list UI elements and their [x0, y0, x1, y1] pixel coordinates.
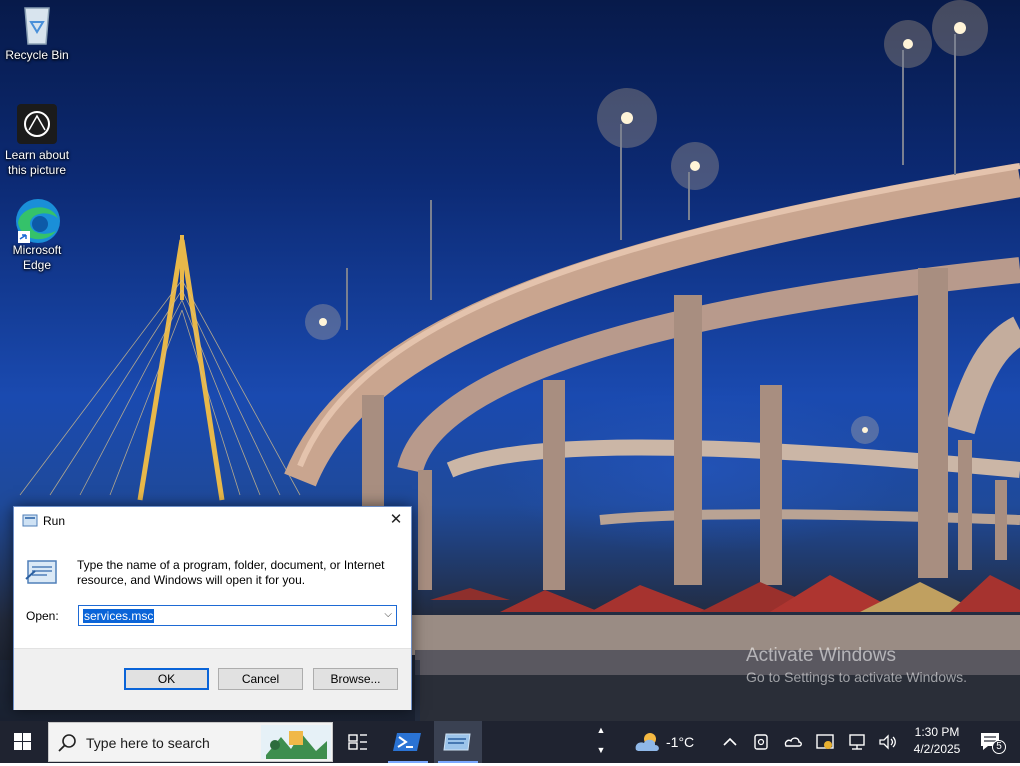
run-dialog-footer: OK Cancel Browse...	[14, 648, 411, 710]
cancel-button[interactable]: Cancel	[218, 668, 303, 690]
ok-button[interactable]: OK	[124, 668, 209, 690]
taskbar-app-powershell[interactable]	[384, 721, 432, 763]
open-input[interactable]: services.msc	[83, 609, 155, 623]
run-program-icon	[25, 560, 57, 584]
run-app-icon	[443, 733, 471, 751]
cloud-icon	[784, 737, 802, 747]
chevron-down-icon[interactable]: ▼	[594, 745, 608, 755]
notification-icon	[981, 733, 1006, 754]
activation-watermark-title: Activate Windows	[746, 645, 896, 666]
task-view-icon	[348, 734, 367, 750]
taskbar-search-box[interactable]: Type here to search	[48, 722, 333, 762]
edge-icon	[15, 197, 60, 243]
weather-widget[interactable]: -1°C	[632, 730, 702, 754]
taskbar-overflow-scroll[interactable]: ▲ ▼	[594, 721, 608, 763]
meet-icon	[754, 734, 768, 750]
close-button[interactable]: ✕	[381, 507, 411, 533]
chevron-down-icon[interactable]: ⌵	[384, 609, 392, 620]
run-app-icon	[22, 514, 38, 527]
desktop-icon-label: Recycle Bin	[5, 48, 69, 62]
desktop-icon-label: Learn about this picture	[4, 148, 70, 177]
shield-alert-icon	[816, 734, 834, 749]
recycle-bin-icon	[15, 2, 59, 46]
tray-volume[interactable]	[878, 732, 898, 752]
activation-watermark-subtitle: Go to Settings to activate Windows.	[746, 669, 967, 685]
show-hidden-icons-button[interactable]	[720, 732, 740, 752]
powershell-icon	[393, 733, 421, 751]
task-view-button[interactable]	[334, 721, 382, 763]
tray-security[interactable]	[815, 732, 835, 752]
desktop-icon-label: Microsoft Edge	[12, 243, 62, 272]
tray-network[interactable]	[847, 732, 867, 752]
clock-date: 4/2/2025	[913, 742, 961, 756]
network-icon	[849, 734, 865, 750]
run-dialog-description: Type the name of a program, folder, docu…	[77, 558, 385, 587]
camera-lens-icon	[15, 102, 59, 146]
notification-center-button[interactable]: 5	[978, 729, 1008, 755]
run-dialog-title: Run	[43, 514, 66, 528]
tray-meet-now[interactable]	[751, 732, 771, 752]
open-combobox[interactable]: services.msc ⌵	[78, 605, 397, 626]
open-label: Open:	[26, 609, 59, 623]
clock-time: 1:30 PM	[914, 725, 960, 739]
chevron-up-icon[interactable]: ▲	[594, 725, 608, 735]
search-placeholder: Type here to search	[86, 735, 210, 751]
weather-temperature: -1°C	[666, 734, 695, 750]
search-icon	[58, 734, 76, 752]
run-dialog: Run ✕ Type the name of a program, folder…	[13, 506, 412, 710]
browse-button[interactable]: Browse...	[313, 668, 398, 690]
taskbar: Type here to search ▲ ▼ -1°C 1:30 PM 4/2…	[0, 721, 1020, 763]
desktop-icon-recycle-bin[interactable]: Recycle Bin	[0, 2, 74, 63]
tray-onedrive[interactable]	[783, 732, 803, 752]
chevron-up-icon	[723, 737, 737, 746]
desktop-icon-learn-about-this-picture[interactable]: Learn about this picture	[0, 102, 74, 178]
close-icon: ✕	[389, 511, 403, 528]
notification-count-badge: 5	[996, 741, 1002, 752]
windows-logo-icon	[14, 733, 31, 750]
desktop-icon-microsoft-edge[interactable]: Microsoft Edge	[0, 197, 74, 273]
start-button[interactable]	[0, 721, 46, 763]
taskbar-clock[interactable]: 1:30 PM 4/2/2025	[908, 724, 966, 758]
taskbar-app-run[interactable]	[434, 721, 482, 763]
speaker-icon	[879, 734, 896, 750]
search-highlight-illustration	[261, 725, 331, 759]
run-dialog-titlebar[interactable]: Run ✕	[14, 507, 411, 535]
partly-cloudy-icon	[635, 733, 659, 751]
